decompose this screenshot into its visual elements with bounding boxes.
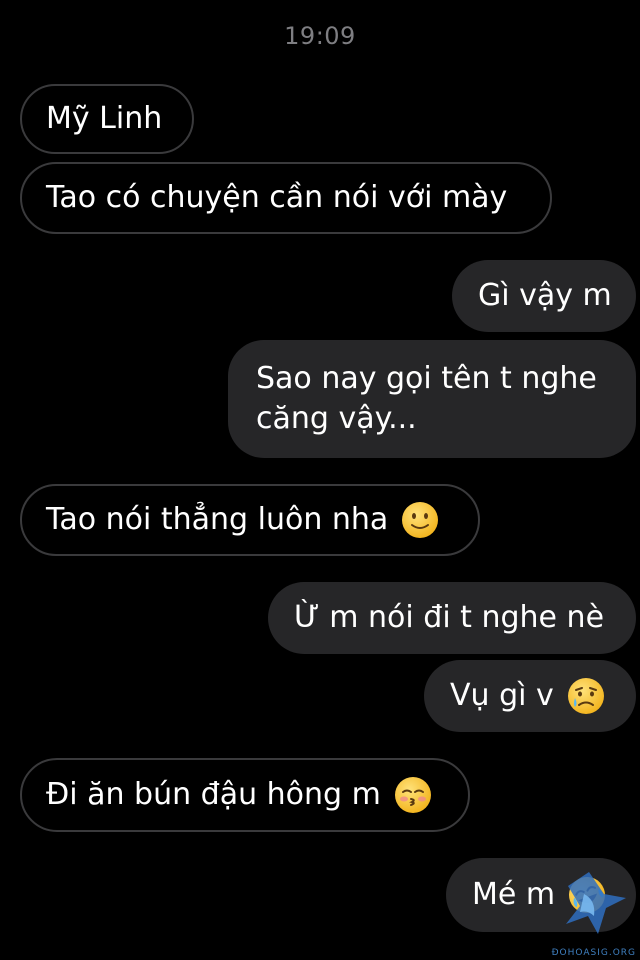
message-text: Gì vậy m [478, 278, 612, 313]
outgoing-message-bubble[interactable]: Sao nay gọi tên t nghe căng vậy... [228, 340, 636, 458]
message-text: Tao nói thẳng luôn nha [46, 502, 389, 537]
watermark-text: ĐOHOASIG.ORG [551, 948, 636, 958]
sad-but-relieved-face-icon [567, 678, 604, 714]
bird-logo-icon [566, 872, 626, 934]
message-text: Đi ăn bún đậu hông m [46, 777, 381, 812]
incoming-message-bubble[interactable]: Tao có chuyện cần nói với mày [20, 162, 552, 234]
message-text: Tao có chuyện cần nói với mày [46, 180, 508, 215]
outgoing-message-bubble[interactable]: Gì vậy m [452, 260, 636, 332]
slightly-smiling-face-icon [402, 502, 439, 538]
kissing-face-closed-eyes-icon [394, 777, 431, 813]
incoming-message-bubble[interactable]: Tao nói thẳng luôn nha [20, 484, 480, 556]
outgoing-message-bubble[interactable]: Vụ gì v [424, 660, 636, 732]
incoming-message-bubble[interactable]: Đi ăn bún đậu hông m [20, 758, 470, 832]
message-text: Mé m [472, 877, 556, 912]
message-text: Vụ gì v [450, 678, 554, 713]
message-text: Ừ m nói đi t nghe nè [294, 600, 605, 635]
message-timestamp: 19:09 [284, 22, 356, 50]
message-text: Mỹ Linh [46, 101, 163, 136]
incoming-message-bubble[interactable]: Mỹ Linh [20, 84, 194, 154]
outgoing-message-bubble[interactable]: Ừ m nói đi t nghe nè [268, 582, 636, 654]
message-text: Sao nay gọi tên t nghe căng vậy... [256, 361, 597, 436]
